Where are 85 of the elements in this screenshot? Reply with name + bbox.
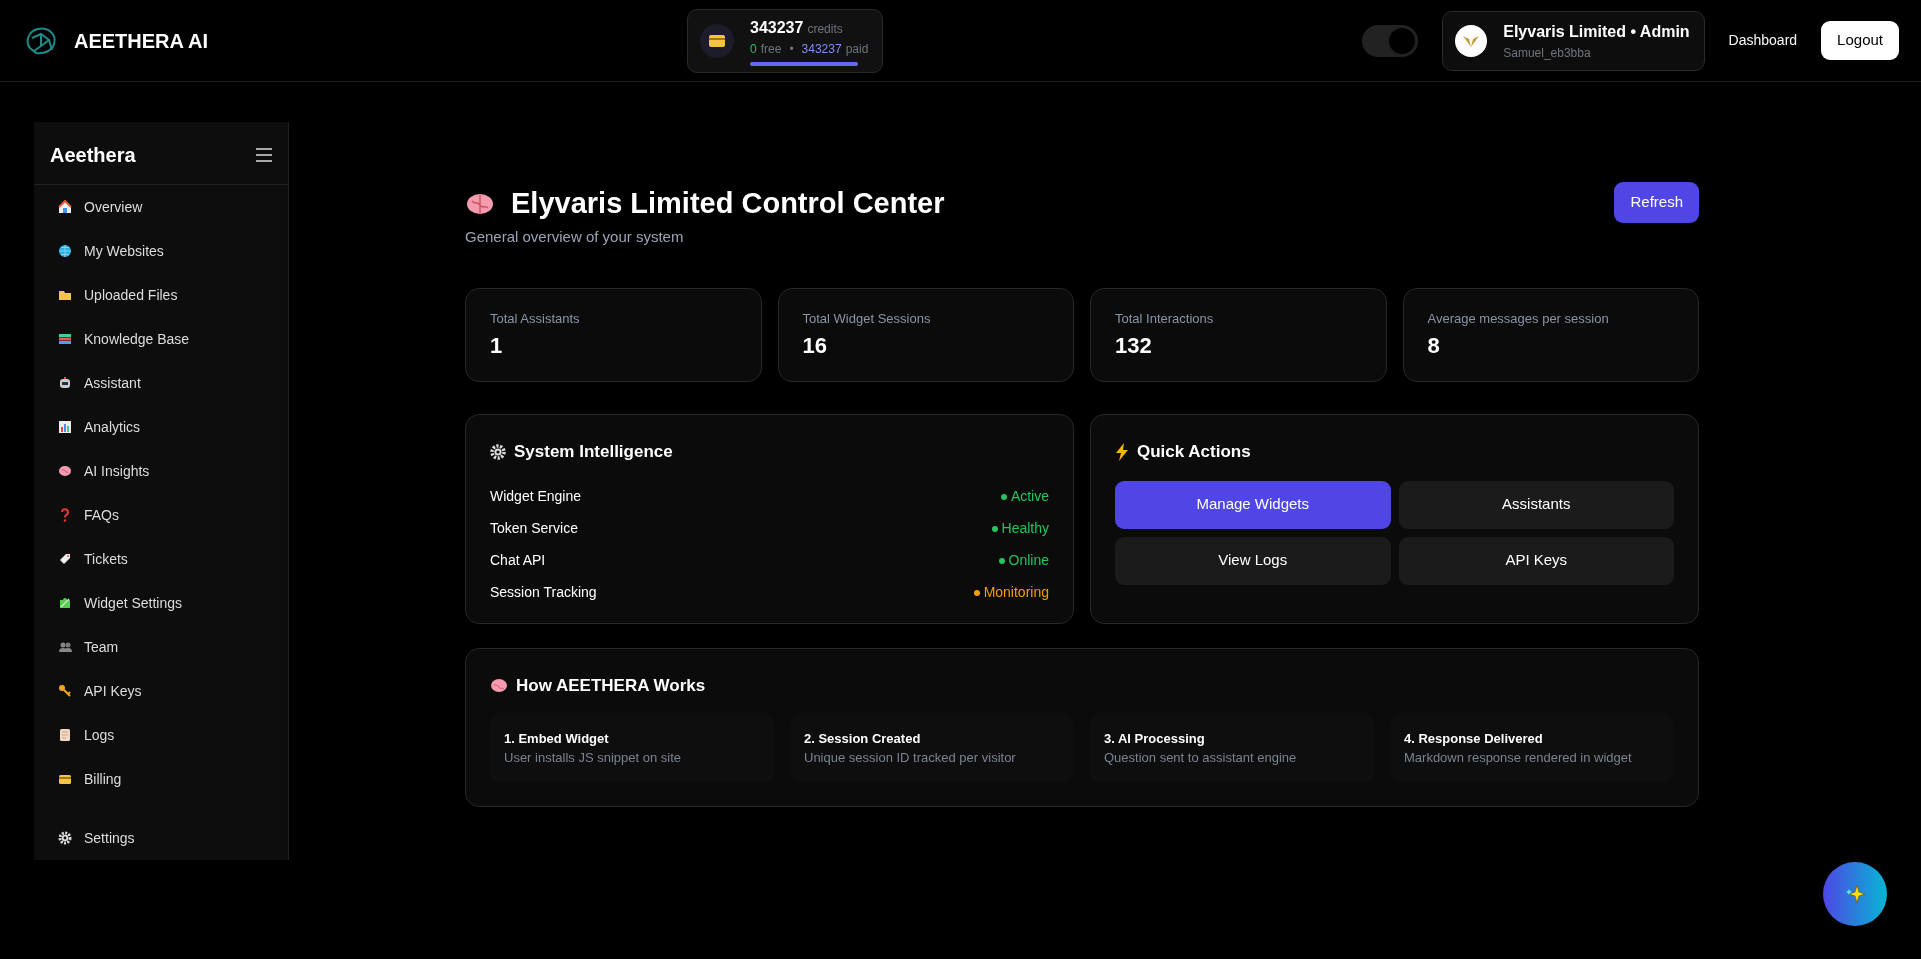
globe-icon: [58, 244, 72, 258]
page-subtitle: General overview of your system: [465, 226, 685, 247]
step-title: 4. Response Delivered: [1404, 729, 1544, 748]
people-icon: [58, 640, 72, 654]
question-icon: [58, 508, 72, 522]
gear-icon: [490, 443, 506, 460]
service-name: Widget Engine: [490, 487, 582, 506]
service-name: Token Service: [490, 519, 578, 538]
lightning-icon: [1115, 442, 1129, 461]
account-user: Samuel_eb3bba: [1503, 44, 1592, 62]
step-description: Markdown response rendered in widget: [1404, 749, 1633, 767]
panel-title: Quick Actions: [1137, 441, 1251, 463]
stat-value: 1: [490, 331, 504, 360]
sidebar-item[interactable]: Team: [34, 625, 288, 669]
stat-value: 8: [1427, 331, 1441, 360]
sidebar-item[interactable]: Widget Settings: [34, 581, 288, 625]
stat-label: Total Interactions: [1115, 310, 1215, 328]
stat-value: 16: [802, 331, 828, 360]
sidebar-title: Aeethera: [50, 143, 136, 168]
folder-icon: [58, 288, 72, 302]
key-icon: [58, 684, 72, 698]
sidebar-item[interactable]: Settings: [34, 816, 288, 860]
quick-action-button[interactable]: View Logs: [1115, 536, 1391, 585]
credit-amount: 343237: [750, 17, 804, 38]
sidebar-item[interactable]: Analytics: [34, 405, 288, 449]
quick-action-button[interactable]: Manage Widgets: [1115, 480, 1391, 529]
stat-label: Average messages per session: [1427, 310, 1610, 328]
step-description: Question sent to assistant engine: [1104, 749, 1298, 767]
sidebar-item[interactable]: AI Insights: [34, 449, 288, 493]
account-name: Elyvaris Limited • Admin: [1503, 21, 1690, 42]
brain-icon: [490, 678, 508, 694]
theme-toggle[interactable]: [1362, 24, 1419, 57]
house-icon: [58, 200, 72, 214]
stat-label: Total Widget Sessions: [802, 310, 932, 328]
sidebar-item[interactable]: Logs: [34, 713, 288, 757]
separator: •: [789, 40, 794, 58]
quick-action-button[interactable]: Assistants: [1398, 480, 1674, 529]
logout-button[interactable]: Logout: [1821, 21, 1899, 60]
panel-title: System Intelligence: [514, 441, 673, 463]
quick-action-button[interactable]: API Keys: [1398, 536, 1674, 585]
status-text: Healthy: [1001, 519, 1049, 538]
bar-chart-icon: [58, 420, 72, 434]
step-title: 2. Session Created: [804, 729, 922, 748]
panel-title: How AEETHERA Works: [516, 675, 706, 697]
brain-icon: [465, 191, 495, 216]
stat-value: 132: [1115, 331, 1153, 360]
service-name: Session Tracking: [490, 583, 597, 602]
books-icon: [58, 332, 72, 346]
step-description: Unique session ID tracked per visitor: [804, 749, 1017, 767]
step-description: User installs JS snippet on site: [504, 749, 683, 767]
credit-card-icon: [709, 34, 725, 47]
refresh-button[interactable]: Refresh: [1614, 182, 1699, 223]
robot-icon: [58, 376, 72, 390]
sidebar-item[interactable]: Billing: [34, 757, 288, 801]
wings-icon: [1462, 33, 1481, 48]
menu-icon: [256, 148, 272, 162]
step-title: 3. AI Processing: [1104, 729, 1206, 748]
service-name: Chat API: [490, 551, 546, 570]
sidebar-item[interactable]: Overview: [34, 185, 288, 229]
sidebar-item[interactable]: Assistant: [34, 361, 288, 405]
free-label: free: [760, 40, 782, 58]
tag-icon: [58, 552, 72, 566]
page-title: Elyvaris Limited Control Center: [511, 186, 945, 221]
credit-card-icon: [58, 772, 72, 786]
paid-credits: 343237: [801, 40, 842, 58]
stat-label: Total Assistants: [490, 310, 581, 328]
sidebar-item[interactable]: API Keys: [34, 669, 288, 713]
status-text: Monitoring: [983, 583, 1049, 602]
brain-icon: [58, 464, 72, 478]
sidebar-item[interactable]: FAQs: [34, 493, 288, 537]
dashboard-link[interactable]: Dashboard: [1728, 30, 1798, 51]
status-text: Online: [1008, 551, 1049, 570]
scroll-icon: [58, 728, 72, 742]
brand-name: AEETHERA AI: [74, 28, 209, 54]
sidebar-item[interactable]: Knowledge Base: [34, 317, 288, 361]
gear-icon: [58, 831, 72, 845]
paid-label: paid: [845, 40, 869, 58]
sidebar-item[interactable]: Uploaded Files: [34, 273, 288, 317]
sparkle-icon: [1844, 883, 1866, 905]
sidebar-item[interactable]: My Websites: [34, 229, 288, 273]
free-credits: 0: [750, 40, 757, 58]
credit-unit: credits: [807, 20, 843, 38]
sidebar-item[interactable]: Tickets: [34, 537, 288, 581]
status-text: Active: [1010, 487, 1049, 506]
step-title: 1. Embed Widget: [504, 729, 610, 748]
